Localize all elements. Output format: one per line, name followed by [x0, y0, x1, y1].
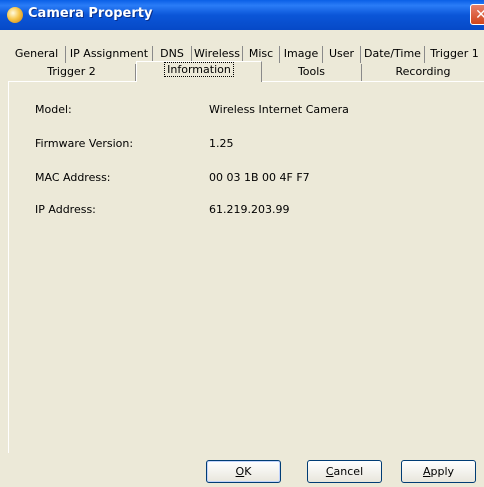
- mac-address-label: MAC Address:: [35, 171, 111, 184]
- mac-address-value: 00 03 1B 00 4F F7: [209, 171, 310, 184]
- model-label: Model:: [35, 103, 72, 116]
- tab-information[interactable]: Information: [136, 61, 262, 82]
- close-button[interactable]: ✕: [470, 4, 484, 25]
- tab-image[interactable]: Image: [280, 46, 323, 63]
- firmware-version-label: Firmware Version:: [35, 137, 134, 150]
- apply-button-mnemonic: A: [422, 465, 431, 478]
- ok-button-mnemonic: O: [235, 465, 245, 478]
- model-value: Wireless Internet Camera: [209, 103, 349, 116]
- tab-information-label: Information: [164, 62, 234, 77]
- camera-property-window: Camera Property ✕ General IP Assignment …: [0, 0, 484, 487]
- firmware-version-value: 1.25: [209, 137, 234, 150]
- apply-button-label: pply: [430, 465, 455, 478]
- cancel-button[interactable]: Cancel: [307, 460, 382, 483]
- apply-button[interactable]: Apply: [401, 460, 476, 483]
- tab-trigger-2[interactable]: Trigger 2: [8, 64, 136, 81]
- cancel-button-label: ancel: [333, 465, 364, 478]
- ok-button-label: K: [244, 465, 252, 478]
- ok-button[interactable]: OK: [206, 460, 281, 483]
- information-panel: Model: Wireless Internet Camera Firmware…: [8, 81, 484, 453]
- tab-user[interactable]: User: [323, 46, 361, 63]
- tab-row-bottom: Trigger 2 Information Tools Recording: [8, 61, 484, 82]
- tab-recording[interactable]: Recording: [362, 64, 484, 81]
- camera-app-icon: [7, 7, 23, 23]
- window-title: Camera Property: [28, 6, 153, 21]
- tab-trigger-1[interactable]: Trigger 1: [425, 46, 484, 63]
- tab-tools[interactable]: Tools: [262, 64, 362, 81]
- title-bar[interactable]: Camera Property ✕: [0, 0, 484, 30]
- cancel-button-mnemonic: C: [325, 465, 334, 478]
- tab-date-time[interactable]: Date/Time: [361, 46, 425, 63]
- ip-address-value: 61.219.203.99: [209, 203, 290, 216]
- tab-general[interactable]: General: [8, 46, 66, 63]
- ip-address-label: IP Address:: [35, 203, 96, 216]
